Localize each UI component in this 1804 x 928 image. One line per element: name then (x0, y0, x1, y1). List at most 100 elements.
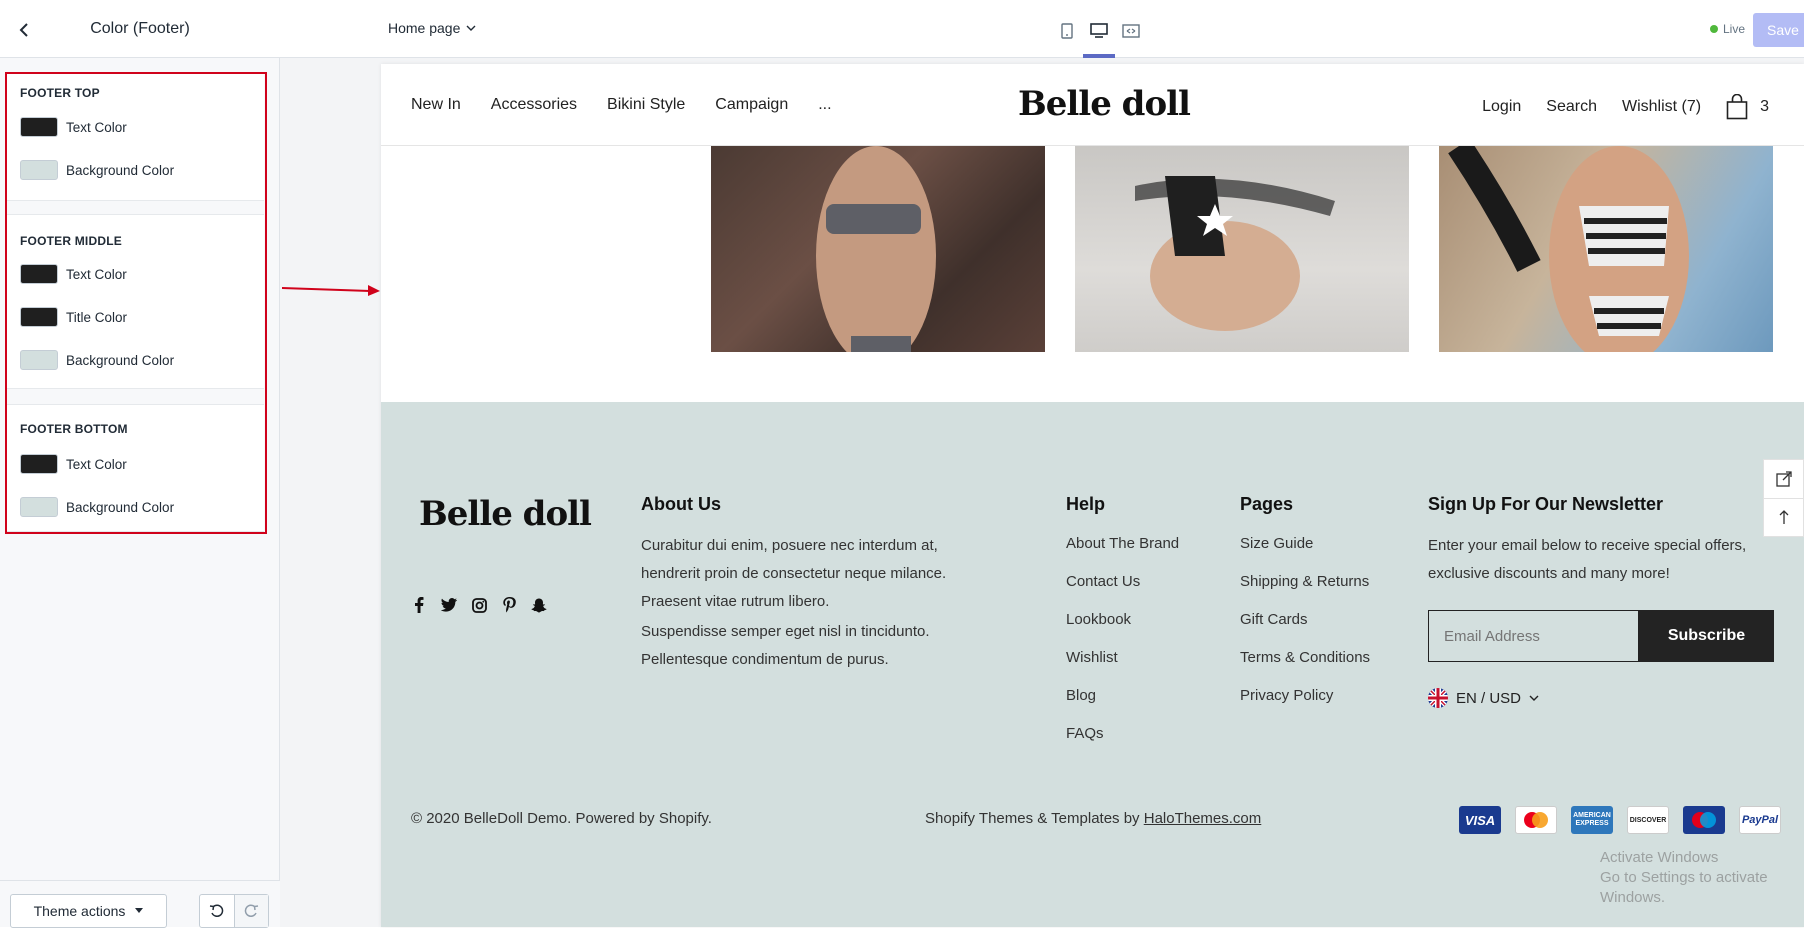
live-label: Live (1723, 22, 1746, 36)
pages-link[interactable]: Privacy Policy (1240, 684, 1370, 708)
help-link[interactable]: Lookbook (1066, 608, 1179, 632)
popout-button[interactable] (1764, 460, 1803, 498)
shopping-bag-icon (1726, 94, 1748, 120)
email-input[interactable] (1428, 610, 1639, 662)
section-title: FOOTER MIDDLE (20, 234, 122, 248)
color-swatch[interactable] (20, 454, 58, 474)
chevron-down-icon (1529, 695, 1539, 701)
chevron-left-icon (19, 23, 28, 37)
mobile-view-button[interactable] (1056, 20, 1078, 42)
pages-link[interactable]: Size Guide (1240, 532, 1370, 556)
footer-middle-text-color[interactable]: Text Color (20, 263, 127, 285)
save-button[interactable]: Save (1753, 13, 1804, 47)
sidebar-footer: Theme actions (0, 880, 280, 928)
scroll-top-button[interactable] (1764, 497, 1803, 537)
paypal-icon: PayPal (1739, 806, 1781, 834)
subscribe-button[interactable]: Subscribe (1639, 610, 1774, 662)
page-selector-label: Home page (388, 20, 461, 36)
color-swatch[interactable] (20, 497, 58, 517)
color-swatch[interactable] (20, 264, 58, 284)
currency-label: EN / USD (1456, 689, 1522, 707)
instagram-icon[interactable] (471, 597, 487, 613)
store-preview: New In Accessories Bikini Style Campaign… (381, 64, 1804, 927)
halothemes-link[interactable]: HaloThemes.com (1144, 810, 1262, 827)
desktop-icon (1090, 23, 1108, 38)
uk-flag-icon (1428, 688, 1448, 708)
twitter-icon[interactable] (441, 597, 457, 613)
redo-button[interactable] (233, 895, 268, 927)
pages-link[interactable]: Shipping & Returns (1240, 570, 1370, 594)
pages-link[interactable]: Terms & Conditions (1240, 646, 1370, 670)
facebook-icon[interactable] (411, 597, 427, 613)
color-swatch[interactable] (20, 307, 58, 327)
pages-links: Size Guide Shipping & Returns Gift Cards… (1240, 532, 1370, 708)
credits-text: Shopify Themes & Templates by HaloThemes… (925, 810, 1261, 827)
nav-item-more[interactable]: ... (818, 96, 831, 114)
undo-button[interactable] (200, 895, 234, 927)
footer-logo[interactable]: Belle doll (419, 494, 592, 534)
floating-tools (1763, 459, 1804, 537)
color-label: Text Color (66, 119, 127, 135)
nav-item-accessories[interactable]: Accessories (491, 96, 577, 114)
help-link[interactable]: About The Brand (1066, 532, 1179, 556)
footer-middle-title-color[interactable]: Title Color (20, 306, 127, 328)
cart-button[interactable]: 3 (1726, 94, 1769, 120)
login-link[interactable]: Login (1482, 98, 1521, 116)
model-photo-icon (1135, 176, 1335, 331)
currency-selector[interactable]: EN / USD (1428, 688, 1539, 708)
section-title: FOOTER TOP (20, 86, 100, 100)
help-links: About The Brand Contact Us Lookbook Wish… (1066, 532, 1179, 746)
color-label: Text Color (66, 266, 127, 282)
pages-link[interactable]: Gift Cards (1240, 608, 1370, 632)
store-footer: Belle doll About Us Curabitur dui enim, … (381, 402, 1804, 927)
color-label: Background Color (66, 499, 175, 515)
mastercard-icon (1515, 806, 1557, 834)
color-label: Title Color (66, 309, 128, 325)
fullscreen-view-button[interactable] (1120, 20, 1142, 42)
search-link[interactable]: Search (1546, 98, 1597, 116)
help-link[interactable]: Contact Us (1066, 570, 1179, 594)
copyright-text: © 2020 BelleDoll Demo. Powered by Shopif… (411, 810, 712, 827)
maestro-icon (1683, 806, 1725, 834)
snapchat-icon[interactable] (531, 597, 547, 613)
help-title: Help (1066, 494, 1106, 514)
footer-bottom-background-color[interactable]: Background Color (20, 496, 174, 518)
footer-bottom-text-color[interactable]: Text Color (20, 453, 127, 475)
help-link[interactable]: Wishlist (1066, 646, 1179, 670)
wishlist-link[interactable]: Wishlist (7) (1622, 98, 1701, 116)
footer-top-background-color[interactable]: Background Color (20, 159, 174, 181)
store-logo[interactable]: Belle doll (1018, 84, 1191, 124)
main-nav: New In Accessories Bikini Style Campaign… (411, 96, 832, 114)
header-actions: Login Search Wishlist (7) 3 (1482, 94, 1769, 120)
pinterest-icon[interactable] (501, 597, 517, 613)
product-image[interactable] (1439, 146, 1773, 352)
undo-redo-group (199, 894, 269, 928)
product-image[interactable] (1075, 146, 1409, 352)
color-label: Text Color (66, 456, 127, 472)
help-link[interactable]: Blog (1066, 684, 1179, 708)
nav-item-new-in[interactable]: New In (411, 96, 461, 114)
help-link[interactable]: FAQs (1066, 722, 1179, 746)
live-status: Live (1710, 22, 1745, 36)
nav-item-campaign[interactable]: Campaign (715, 96, 788, 114)
desktop-view-button[interactable] (1088, 20, 1110, 42)
footer-top-text-color[interactable]: Text Color (20, 116, 127, 138)
color-label: Background Color (66, 162, 175, 178)
nav-item-bikini-style[interactable]: Bikini Style (607, 96, 685, 114)
visa-icon: VISA (1459, 806, 1501, 834)
editor-topbar: Home page Live Save (280, 0, 1804, 58)
footer-middle-background-color[interactable]: Background Color (20, 349, 174, 371)
settings-sidebar: Color (Footer) FOOTER TOP Text Color Bac… (0, 0, 280, 928)
product-image[interactable] (711, 146, 1045, 352)
expand-icon (1122, 24, 1140, 38)
color-swatch[interactable] (20, 117, 58, 137)
theme-actions-button[interactable]: Theme actions (10, 894, 167, 928)
back-button[interactable] (12, 18, 36, 42)
page-selector[interactable]: Home page (388, 20, 476, 36)
color-swatch[interactable] (20, 160, 58, 180)
newsletter-title: Sign Up For Our Newsletter (1428, 494, 1664, 514)
color-swatch[interactable] (20, 350, 58, 370)
about-text-2: Suspendisse semper eget nisl in tincidun… (641, 623, 930, 668)
external-link-icon (1775, 471, 1792, 487)
newsletter-text: Enter your email below to receive specia… (1428, 537, 1747, 582)
